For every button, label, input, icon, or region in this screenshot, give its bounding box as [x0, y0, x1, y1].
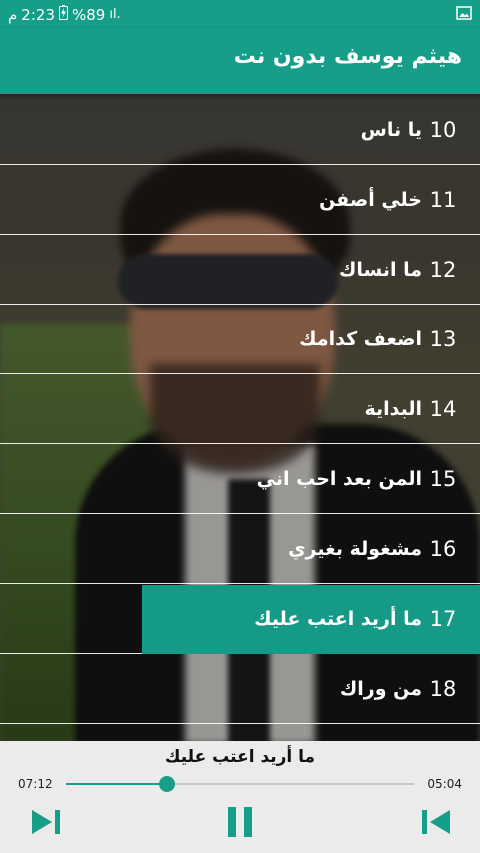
track-number: 11 — [429, 188, 457, 212]
track-row[interactable]: 16 مشغولة بغيري — [0, 515, 480, 584]
track-number: 15 — [429, 467, 457, 491]
app-title: هيثم يوسف بدون نت — [233, 44, 462, 69]
track-title: اضعف كدامك — [299, 328, 422, 350]
track-number: 10 — [429, 118, 457, 142]
track-number: 18 — [429, 677, 457, 701]
track-row[interactable]: 15 المن بعد احب اني — [0, 445, 480, 514]
status-bar: م 2:23 %89 ıl. — [0, 0, 480, 28]
skip-next-icon[interactable] — [26, 803, 66, 841]
track-row[interactable]: 13 اضعف كدامك — [0, 305, 480, 374]
battery-charging-icon — [58, 5, 68, 24]
status-left: م 2:23 %89 ıl. — [8, 5, 121, 24]
battery-percent: %89 — [71, 5, 106, 24]
status-period: م — [8, 5, 18, 24]
track-title: المن بعد احب اني — [256, 468, 422, 490]
app-header: هيثم يوسف بدون نت — [0, 28, 480, 94]
track-title: البداية — [364, 398, 422, 420]
track-row[interactable]: 12 ما انساك — [0, 236, 480, 305]
status-time: 2:23 — [21, 5, 55, 24]
seek-bar-progress — [66, 783, 167, 785]
image-icon — [456, 5, 472, 25]
media-player: ما أريد اعتب عليك 07:12 05:04 — [0, 741, 480, 853]
track-row-active[interactable]: 17 ما أريد اعتب عليك — [0, 585, 480, 654]
track-number: 16 — [429, 537, 457, 561]
track-title: مشغولة بغيري — [288, 538, 422, 560]
track-row[interactable]: 18 من وراك — [0, 655, 480, 724]
skip-previous-icon[interactable] — [416, 803, 456, 841]
total-time: 05:04 — [427, 777, 462, 791]
now-playing-title: ما أريد اعتب عليك — [164, 747, 316, 767]
elapsed-time: 07:12 — [18, 777, 53, 791]
track-number: 14 — [429, 397, 457, 421]
track-number: 17 — [429, 607, 457, 631]
track-title: ما انساك — [338, 259, 422, 281]
track-row[interactable]: 11 خلي أصفن — [0, 166, 480, 235]
track-title: ما أريد اعتب عليك — [254, 608, 422, 630]
track-list: 10 يا ناس 11 خلي أصفن 12 ما انساك 13 اضع… — [0, 96, 480, 741]
track-title: خلي أصفن — [319, 189, 422, 211]
track-number: 13 — [429, 327, 457, 351]
track-row[interactable]: 14 البداية — [0, 375, 480, 444]
track-title: من وراك — [339, 678, 422, 700]
seek-bar-thumb[interactable] — [158, 776, 175, 792]
seek-bar[interactable] — [66, 776, 414, 792]
track-row[interactable]: 10 يا ناس — [0, 96, 480, 165]
pause-icon[interactable] — [220, 803, 260, 841]
track-title: يا ناس — [360, 119, 422, 141]
track-number: 12 — [429, 258, 457, 282]
signal-icon: ıl. — [109, 7, 121, 22]
